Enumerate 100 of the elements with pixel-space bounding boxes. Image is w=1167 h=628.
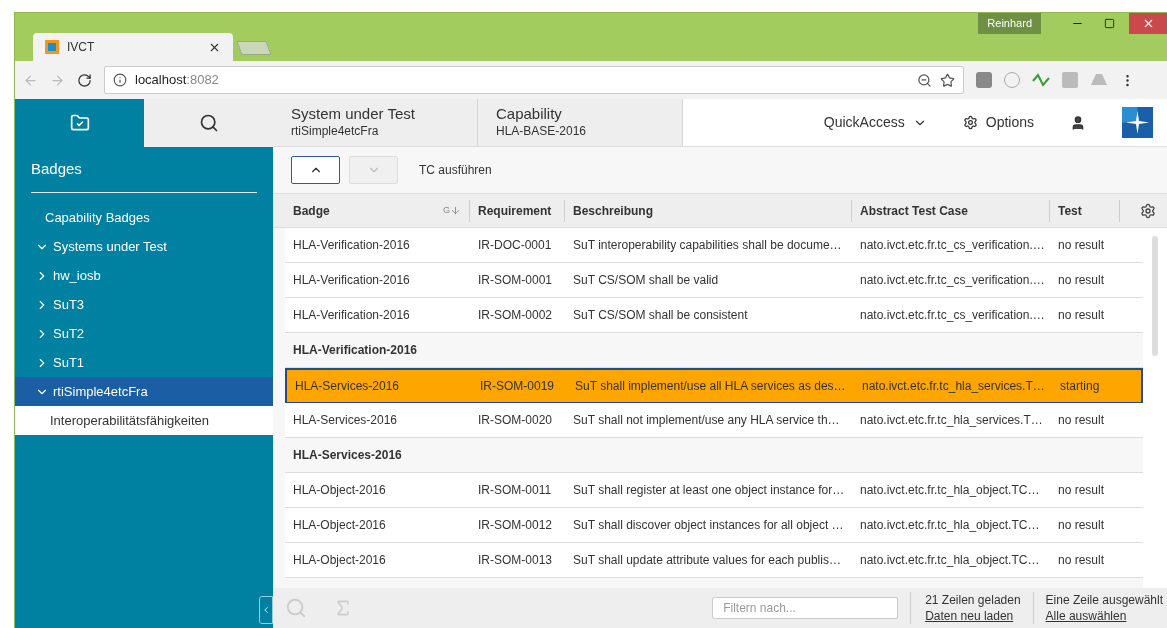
forward-icon[interactable] xyxy=(50,72,65,88)
compass-logo[interactable] xyxy=(1122,107,1153,138)
tree-item[interactable]: SuT2 xyxy=(15,319,273,348)
table-row[interactable]: HLA-Verification-2016 IR-DOC-0001 SuT interoperability capabilities shall be docume… nato.ivct.etc.fr.tc_cs_verification.… no result xyxy=(285,228,1143,263)
table-cell-text: HLA-Object-2016 xyxy=(292,552,387,569)
table-cell-text: SuT CS/SOM shall be consistent xyxy=(572,307,749,324)
table-cell-text: no result xyxy=(1057,307,1106,324)
column-header[interactable]: Requirement xyxy=(478,201,556,220)
table-cell-text: nato.ivct.etc.fr.tc_hla_services.T… xyxy=(861,378,1046,395)
select-all-link[interactable]: Alle auswählen xyxy=(1045,608,1163,624)
info-icon xyxy=(113,73,127,87)
column-header[interactable]: Abstract Test Case xyxy=(860,201,1041,220)
group-header[interactable]: HLA-Services-2016 xyxy=(293,446,402,464)
context-panel[interactable]: System under Test rtiSimple4etcFra xyxy=(273,99,478,146)
tree-item[interactable]: SuT3 xyxy=(15,290,273,319)
tree-item[interactable]: SuT1 xyxy=(15,348,273,377)
move-up-button[interactable] xyxy=(291,156,340,184)
table-row[interactable]: HLA-Object-2016 IR-SOM-0012 SuT shall discover object instances for all object … nato.ivct.etc.fr.tc_hla_object.TC… no result xyxy=(285,508,1143,543)
table-cell-text: HLA-Object-2016 xyxy=(292,517,387,534)
column-header[interactable]: Beschreibung xyxy=(573,201,843,220)
tree-item[interactable]: hw_iosb xyxy=(15,261,273,290)
settings-icon xyxy=(962,115,978,130)
options-button[interactable]: Options xyxy=(962,112,1034,133)
chevron-icon xyxy=(261,605,271,615)
table-row[interactable]: HLA-Verification-2016 IR-SOM-0001 SuT CS/SOM shall be valid nato.ivct.etc.fr.tc_cs_verification.… no result xyxy=(285,263,1143,298)
tree-item[interactable]: Interoperabilitätsfähigkeiten xyxy=(15,406,273,435)
table-cell-text: nato.ivct.etc.fr.tc_cs_verification.… xyxy=(859,272,1046,289)
table-cell-text: nato.ivct.etc.fr.tc_hla_object.TC… xyxy=(859,552,1041,569)
sidebar-title: Badges xyxy=(31,159,82,180)
close-window-button[interactable] xyxy=(1129,13,1167,34)
tree-item[interactable]: Systems under Test xyxy=(15,232,273,261)
table-cell-text: SuT interoperability capabilities shall be docume… xyxy=(572,237,843,254)
table-row[interactable]: HLA-Object-2016 IR-SOM-0011 SuT shall register at least one object instance for… nato.ivct.etc.fr.tc_hla_object.TC… no result xyxy=(285,473,1143,508)
loaded-count: 21 Zeilen geladen xyxy=(925,592,1021,608)
user-badge: Reinhard xyxy=(978,13,1041,34)
reload-icon[interactable] xyxy=(77,72,92,88)
quickaccess-button[interactable]: QuickAccess xyxy=(823,112,927,133)
new-tab-button[interactable] xyxy=(236,41,272,55)
table-cell-text: no result xyxy=(1057,237,1106,254)
table-row[interactable]: HLA-Verification-2016 IR-SOM-0002 SuT CS/SOM shall be consistent nato.ivct.etc.fr.tc_cs_verification.… no result xyxy=(285,298,1143,333)
reload-link[interactable]: Daten neu laden xyxy=(925,608,1021,624)
table-row[interactable]: HLA-Services-2016 IR-SOM-0019 SuT shall implement/use all HLA services as des… nato.ivct.etc.fr.tc_hla_services.T… starting xyxy=(285,368,1143,403)
tree-item[interactable]: rtiSimple4etcFra xyxy=(15,377,273,406)
table-cell-text: HLA-Verification-2016 xyxy=(292,272,411,289)
table-cell-text: no result xyxy=(1057,412,1106,429)
table-cell-text: no result xyxy=(1057,552,1106,569)
maximize-icon[interactable] xyxy=(1104,18,1115,29)
triangle-icon[interactable] xyxy=(1090,73,1108,87)
table-cell-text: IR-SOM-0013 xyxy=(477,552,554,569)
column-header[interactable]: Test xyxy=(1058,201,1111,220)
table-cell-text: nato.ivct.etc.fr.tc_cs_verification.… xyxy=(859,307,1046,324)
selection-info: Eine Zeile ausgewählt xyxy=(1045,592,1163,608)
context-panel[interactable]: Capability HLA-BASE-2016 xyxy=(478,99,683,146)
table-cell-text: no result xyxy=(1057,482,1106,499)
table-cell-text: SuT shall update attribute values for each publis… xyxy=(572,552,842,569)
arrow-down-icon xyxy=(450,205,461,216)
browser-tab[interactable]: IVCT xyxy=(33,33,233,61)
table-cell-text: SuT shall register at least one object instance for… xyxy=(572,482,846,499)
folder-icon xyxy=(69,113,90,133)
table-cell-text: HLA-Verification-2016 xyxy=(292,307,411,324)
table-cell-text: IR-SOM-0012 xyxy=(477,517,554,534)
table-cell-text: nato.ivct.etc.fr.tc_hla_services.T… xyxy=(859,412,1044,429)
star-icon[interactable] xyxy=(940,72,955,88)
table-cell-text: SuT shall implement/use all HLA services as des… xyxy=(574,378,847,395)
extension-icon[interactable] xyxy=(976,72,992,88)
table-cell-text: IR-SOM-0011 xyxy=(477,482,553,499)
table-cell-text: no result xyxy=(1057,517,1106,534)
table-cell-text: IR-SOM-0019 xyxy=(479,378,556,395)
filter-field[interactable]: Filtern nach... xyxy=(712,597,899,619)
user-icon[interactable] xyxy=(1070,114,1086,131)
table-row[interactable]: HLA-Services-2016 IR-SOM-0020 SuT shall not implement/use any HLA service th… nato.ivct.etc.fr.tc_hla_services.T… no result xyxy=(285,403,1143,438)
table-cell-text: IR-SOM-0001 xyxy=(477,272,554,289)
table-cell-text: IR-SOM-0002 xyxy=(477,307,554,324)
table-cell-text: SuT CS/SOM shall be valid xyxy=(572,272,720,289)
group-header[interactable]: HLA-Verification-2016 xyxy=(293,341,418,359)
scrollbar[interactable] xyxy=(1152,236,1158,356)
table-cell-text: HLA-Object-2016 xyxy=(292,482,387,499)
table-cell-text: no result xyxy=(1057,272,1106,289)
run-test-button[interactable]: TC ausführen xyxy=(419,161,492,179)
column-header[interactable]: Badge xyxy=(293,201,443,220)
table-cell-text: IR-SOM-0020 xyxy=(477,412,554,429)
table-cell-text: nato.ivct.etc.fr.tc_hla_object.TC… xyxy=(859,482,1041,499)
zigzag-icon[interactable] xyxy=(1032,73,1050,87)
address-bar[interactable]: localhost:8082 xyxy=(104,66,964,94)
search-icon xyxy=(198,113,219,133)
settings-icon[interactable] xyxy=(1140,202,1156,219)
table-cell-text: HLA-Services-2016 xyxy=(292,412,399,429)
table-cell-text: HLA-Services-2016 xyxy=(294,378,401,395)
search-icon[interactable] xyxy=(285,597,307,619)
table-row[interactable]: HLA-Object-2016 IR-SOM-0013 SuT shall update attribute values for each publis… nato.ivct.etc.fr.tc_hla_object.TC… no result xyxy=(285,543,1143,578)
table-cell-text: SuT shall not implement/use any HLA service th… xyxy=(572,412,841,429)
table-cell-text: HLA-Verification-2016 xyxy=(292,237,411,254)
back-icon[interactable] xyxy=(23,72,38,88)
table-cell-text: SuT shall discover object instances for all object … xyxy=(572,517,845,534)
table-cell-text: starting xyxy=(1059,378,1101,395)
tree-item[interactable]: Capability Badges xyxy=(15,203,273,232)
site-logo-icon xyxy=(45,40,59,54)
zoom-out-icon[interactable] xyxy=(917,72,932,88)
table-cell-text: nato.ivct.etc.fr.tc_hla_object.TC… xyxy=(859,517,1041,534)
table-cell-text: nato.ivct.etc.fr.tc_cs_verification.… xyxy=(859,237,1046,254)
